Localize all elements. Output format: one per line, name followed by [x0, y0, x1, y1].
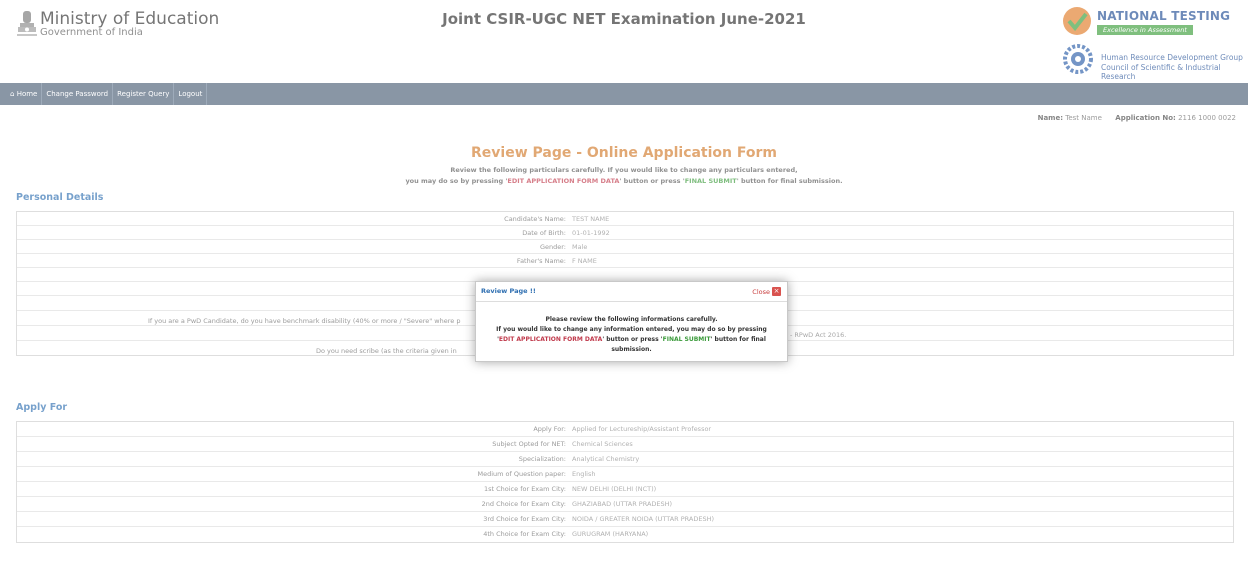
- modal-line3-mid: ' button or press ': [602, 336, 663, 343]
- modal-title: Review Page !!: [481, 287, 536, 295]
- modal-header: Review Page !! Close ×: [476, 282, 787, 302]
- modal-edit-label: EDIT APPLICATION FORM DATA: [498, 336, 603, 343]
- modal-close-label: Close: [752, 287, 770, 296]
- modal-line1: Please review the following informations…: [545, 316, 718, 323]
- modal-close-button[interactable]: Close ×: [752, 287, 781, 296]
- modal-final-label: FINAL SUBMIT: [662, 336, 711, 343]
- close-icon: ×: [772, 287, 781, 296]
- review-modal: Review Page !! Close × Please review the…: [475, 281, 788, 362]
- modal-body: Please review the following informations…: [476, 302, 787, 355]
- modal-line3: 'EDIT APPLICATION FORM DATA' button or p…: [476, 335, 787, 355]
- modal-line2: If you would like to change any informat…: [496, 326, 767, 333]
